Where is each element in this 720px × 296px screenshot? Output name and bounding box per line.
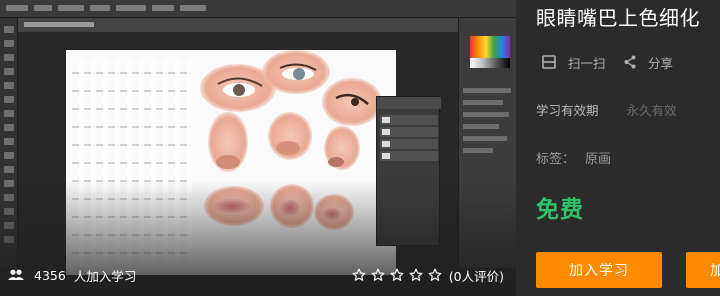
- share-button[interactable]: 分享: [624, 52, 673, 72]
- nose-sketch-1: [208, 112, 248, 172]
- learner-count: 4356 人加入学习: [8, 266, 136, 284]
- scan-button[interactable]: 扫一扫: [542, 52, 606, 72]
- users-icon: [8, 269, 24, 280]
- star-outline-icon: [371, 268, 385, 281]
- tags-label: 标签：: [536, 152, 576, 167]
- ps-gray-swatches: [470, 58, 510, 68]
- tag-item[interactable]: 原画: [585, 148, 611, 167]
- scan-label: 扫一扫: [568, 55, 606, 71]
- ps-menubar: [0, 0, 516, 18]
- price: 免费: [536, 197, 584, 223]
- ps-color-swatches: [470, 36, 510, 58]
- eye-sketch-3: [322, 78, 382, 126]
- ps-document-tab: [18, 18, 458, 32]
- rating-count: (0人评价): [448, 268, 504, 284]
- share-icon: [624, 55, 636, 69]
- secondary-action-button[interactable]: 加: [686, 252, 720, 288]
- validity-label: 学习有效期: [536, 103, 599, 118]
- course-info-panel: 眼睛嘴巴上色细化 扫一扫 分享 学习有效期 永久有效 标签： 原画 免费 加入学…: [516, 0, 720, 296]
- tags-row: 标签： 原画: [536, 148, 611, 167]
- course-card: 4356 人加入学习 (0人评价) 眼睛嘴巴上色细化 扫一扫 分享 学习有效期 …: [0, 0, 720, 296]
- learner-count-text: 人加入学习: [73, 268, 137, 284]
- share-label: 分享: [648, 55, 674, 71]
- rating-stars: [352, 268, 447, 282]
- star-outline-icon: [352, 268, 366, 281]
- course-title: 眼睛嘴巴上色细化: [536, 6, 700, 30]
- nose-sketch-3: [324, 126, 360, 170]
- scan-icon: [542, 55, 556, 69]
- join-learning-label: 加入学习: [569, 263, 629, 279]
- star-outline-icon: [409, 268, 423, 281]
- star-outline-icon: [428, 268, 442, 281]
- eye-sketch-2: [262, 50, 330, 94]
- validity-row: 学习有效期 永久有效: [536, 100, 677, 119]
- validity-value: 永久有效: [626, 103, 677, 118]
- star-outline-icon: [390, 268, 404, 281]
- rating: (0人评价): [352, 266, 504, 284]
- course-preview-image[interactable]: 4356 人加入学习 (0人评价): [0, 0, 516, 296]
- secondary-action-label: 加: [710, 263, 720, 279]
- nose-sketch-2: [268, 112, 312, 160]
- join-learning-button[interactable]: 加入学习: [536, 252, 662, 288]
- learner-count-number: 4356: [34, 267, 66, 283]
